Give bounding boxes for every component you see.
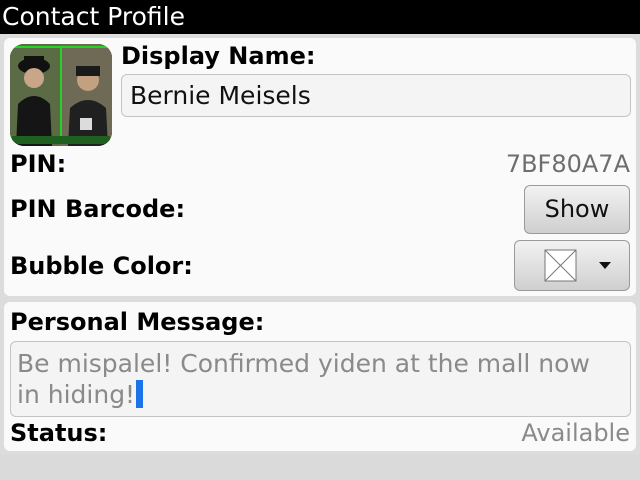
personal-message-field[interactable]: Be mispalel! Confirmed yiden at the mall… — [10, 341, 631, 417]
pin-label: PIN: — [10, 150, 67, 178]
title-bar: Contact Profile — [0, 0, 640, 34]
bubble-color-dropdown[interactable] — [514, 240, 630, 291]
status-value: Available — [521, 419, 630, 447]
pin-value: 7BF80A7A — [505, 150, 630, 178]
personal-message-value: Be mispalel! Confirmed yiden at the mall… — [17, 349, 590, 409]
status-label: Status: — [10, 419, 108, 447]
personal-message-text: Be mispalel! Confirmed yiden at the mall… — [17, 348, 617, 410]
bubble-color-label: Bubble Color: — [10, 252, 193, 280]
display-name-label: Display Name: — [121, 42, 316, 70]
display-name-field[interactable]: Bernie Meisels — [121, 74, 631, 117]
avatar-image — [10, 44, 112, 146]
show-button[interactable]: Show — [524, 185, 630, 234]
text-cursor — [136, 380, 144, 408]
pin-barcode-label: PIN Barcode: — [10, 195, 186, 223]
avatar[interactable] — [10, 44, 112, 146]
display-name-value: Bernie Meisels — [130, 81, 311, 110]
bottom-bar — [0, 455, 640, 480]
personal-message-label: Personal Message: — [10, 308, 265, 336]
chevron-down-icon — [599, 262, 611, 269]
page-title: Contact Profile — [2, 2, 185, 31]
